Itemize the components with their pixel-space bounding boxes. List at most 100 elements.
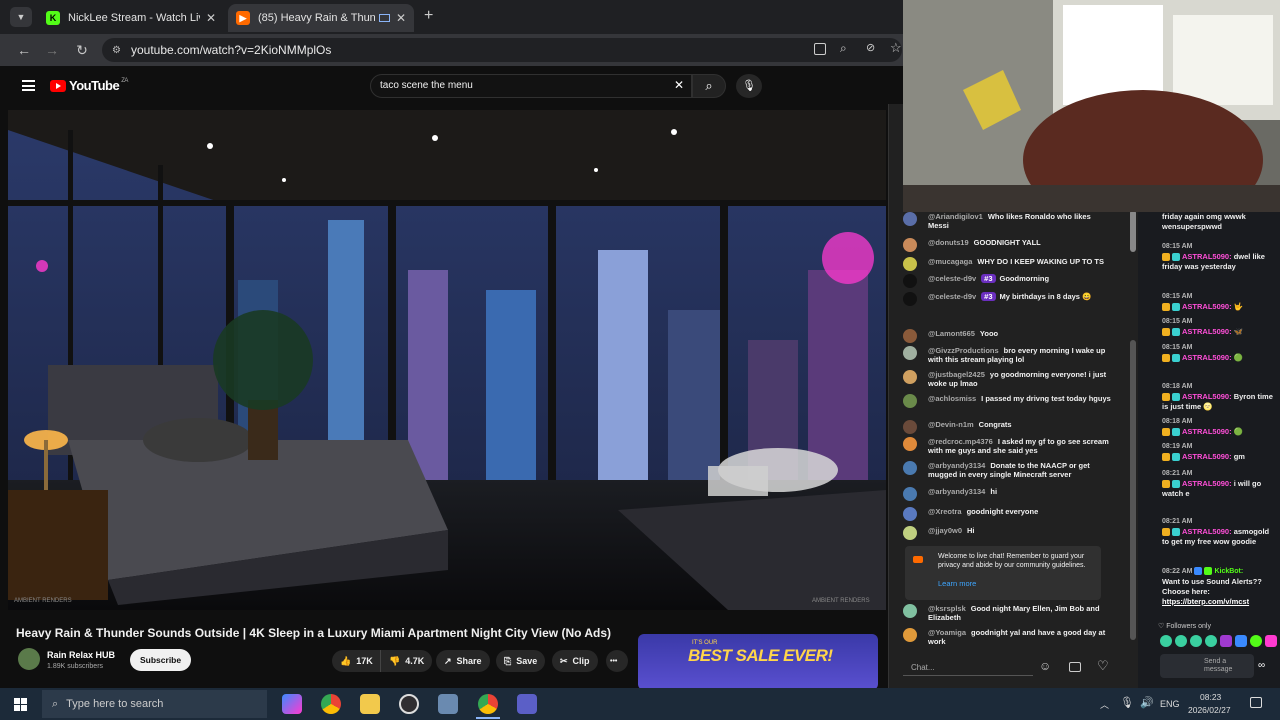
- kick-username[interactable]: ASTRAL5090:: [1182, 252, 1232, 261]
- chat-author[interactable]: @celeste-d9v: [928, 292, 976, 301]
- video-player[interactable]: AMBIENT RENDERS AMBIENT RENDERS: [8, 110, 886, 610]
- chat-avatar[interactable]: [903, 238, 917, 252]
- chat-author[interactable]: @jjay0w0: [928, 526, 962, 535]
- save-button[interactable]: ⎘ Save: [496, 650, 546, 672]
- chat-author[interactable]: @ksrsplsk: [928, 604, 966, 613]
- new-tab-button[interactable]: +: [424, 7, 433, 25]
- like-button[interactable]: 👍 17K: [332, 650, 381, 672]
- chat-avatar[interactable]: [903, 257, 917, 271]
- heart-icon[interactable]: ♡: [1097, 658, 1109, 674]
- reload-icon[interactable]: ↻: [72, 40, 92, 60]
- chat-avatar[interactable]: [903, 487, 917, 501]
- zoom-icon[interactable]: ⌕: [840, 41, 847, 56]
- clock-date[interactable]: 2026/02/27: [1188, 705, 1231, 715]
- chat-avatar[interactable]: [903, 604, 917, 618]
- close-tab-icon[interactable]: ✕: [396, 11, 406, 25]
- chat-author[interactable]: @donuts19: [928, 238, 969, 247]
- kick-username[interactable]: ASTRAL5090:: [1182, 452, 1232, 461]
- forward-icon[interactable]: →: [42, 40, 62, 60]
- obs-icon[interactable]: [399, 694, 419, 714]
- youtube-logo[interactable]: YouTube ZA: [50, 78, 128, 93]
- voice-search-icon[interactable]: 🎙: [736, 74, 762, 98]
- kick-username[interactable]: ASTRAL5090:: [1182, 392, 1232, 401]
- emoji-icon[interactable]: ☺: [1039, 659, 1051, 673]
- picture-in-picture-icon[interactable]: [378, 14, 390, 22]
- chat-author[interactable]: @celeste-d9v: [928, 274, 976, 283]
- chat-avatar[interactable]: [903, 507, 917, 521]
- kick-username[interactable]: ASTRAL5090:: [1182, 427, 1232, 436]
- search-input[interactable]: taco scene the menu: [370, 74, 692, 98]
- more-actions-button[interactable]: •••: [606, 650, 628, 672]
- chat-author[interactable]: @arbyandy3134: [928, 461, 985, 470]
- chat-author[interactable]: @justbagel2425: [928, 370, 985, 379]
- chat-author[interactable]: @Devin-n1m: [928, 420, 974, 429]
- install-app-icon[interactable]: [814, 43, 826, 55]
- chat-avatar[interactable]: [903, 526, 917, 540]
- chat-author[interactable]: @arbyandy3134: [928, 487, 985, 496]
- learn-more-link[interactable]: Learn more: [938, 579, 976, 588]
- chat-author[interactable]: @GivzzProductions: [928, 346, 999, 355]
- teams-icon[interactable]: [517, 694, 537, 714]
- kick-emote-row[interactable]: [1160, 635, 1277, 647]
- chat-author[interactable]: @Xreotra: [928, 507, 962, 516]
- chat-input[interactable]: Chat...: [903, 660, 1033, 676]
- kick-username[interactable]: ASTRAL5090:: [1182, 479, 1232, 488]
- channel-avatar[interactable]: [18, 648, 40, 670]
- close-tab-icon[interactable]: ✕: [206, 11, 216, 25]
- chat-avatar[interactable]: [903, 394, 917, 408]
- volume-icon[interactable]: 🔊: [1140, 696, 1154, 709]
- search-button[interactable]: ⌕: [692, 74, 726, 98]
- chat-author[interactable]: @redcroc.mp4376: [928, 437, 993, 446]
- kick-send-input[interactable]: Send a message: [1160, 654, 1254, 678]
- chat-author[interactable]: @mucagaga: [928, 257, 972, 266]
- chat-avatar[interactable]: [903, 420, 917, 434]
- chat-avatar[interactable]: [903, 461, 917, 475]
- chat-author[interactable]: @achlosmiss: [928, 394, 976, 403]
- chat-avatar[interactable]: [903, 370, 917, 384]
- tab-search-button[interactable]: ▼: [10, 7, 32, 27]
- snipping-tool-icon[interactable]: [438, 694, 458, 714]
- share-button[interactable]: ↗ Share: [436, 650, 490, 672]
- notifications-icon[interactable]: [1250, 697, 1262, 708]
- menu-icon[interactable]: [22, 80, 35, 91]
- chat-avatar[interactable]: [903, 212, 917, 226]
- bookmark-star-icon[interactable]: ☆: [890, 40, 902, 56]
- chat-author[interactable]: @Lamont665: [928, 329, 975, 338]
- kick-bot-link[interactable]: https://bterp.com/v/mcst: [1162, 597, 1249, 606]
- back-icon[interactable]: ←: [14, 40, 34, 60]
- chrome-icon[interactable]: [321, 694, 341, 714]
- subscribe-button[interactable]: Subscribe: [130, 649, 192, 671]
- chat-avatar[interactable]: [903, 437, 917, 451]
- chat-avatar[interactable]: [903, 274, 917, 288]
- chat-avatar[interactable]: [903, 292, 917, 306]
- chat-author[interactable]: @Yoamiga: [928, 628, 966, 637]
- chat-author[interactable]: @Ariandigilov1: [928, 212, 983, 221]
- file-explorer-icon[interactable]: [360, 694, 380, 714]
- site-info-icon[interactable]: ⚙: [112, 45, 121, 56]
- microphone-icon[interactable]: 🎙: [1120, 696, 1134, 709]
- channel-name[interactable]: Rain Relax HUB: [47, 650, 115, 660]
- windows-start-icon[interactable]: [14, 698, 27, 711]
- kick-username[interactable]: ASTRAL5090:: [1182, 527, 1232, 536]
- chat-avatar[interactable]: [903, 329, 917, 343]
- chat-avatar[interactable]: [903, 628, 917, 642]
- ad-banner[interactable]: IT'S OUR BEST SALE EVER!: [638, 634, 878, 690]
- chat-scrollbar[interactable]: [1130, 210, 1136, 252]
- chat-avatar[interactable]: [903, 346, 917, 360]
- copilot-icon[interactable]: [282, 694, 302, 714]
- kick-username[interactable]: ASTRAL5090:: [1182, 302, 1232, 311]
- chrome-active-icon[interactable]: [478, 694, 498, 714]
- dislike-button[interactable]: 👎 4.7K: [380, 650, 433, 672]
- kick-settings-icon[interactable]: ∞: [1258, 660, 1265, 671]
- language-indicator[interactable]: ENG: [1160, 699, 1180, 709]
- kick-username[interactable]: ASTRAL5090:: [1182, 327, 1232, 336]
- browser-tab-nicklee[interactable]: K NickLee Stream - Watch Live on ✕: [38, 4, 224, 32]
- clip-button[interactable]: ✂ Clip: [552, 650, 598, 672]
- clock-time[interactable]: 08:23: [1200, 692, 1221, 702]
- chat-scrollbar-track[interactable]: [1130, 340, 1136, 640]
- clear-search-icon[interactable]: ✕: [674, 78, 684, 92]
- eye-off-icon[interactable]: ⊘: [866, 41, 875, 54]
- address-bar[interactable]: ⚙ youtube.com/watch?v=2KioNMMplOs ⌕ ⊘ ☆: [102, 38, 902, 62]
- tray-chevron-icon[interactable]: ︿: [1100, 698, 1109, 711]
- taskbar-search[interactable]: ⌕ Type here to search: [42, 690, 267, 718]
